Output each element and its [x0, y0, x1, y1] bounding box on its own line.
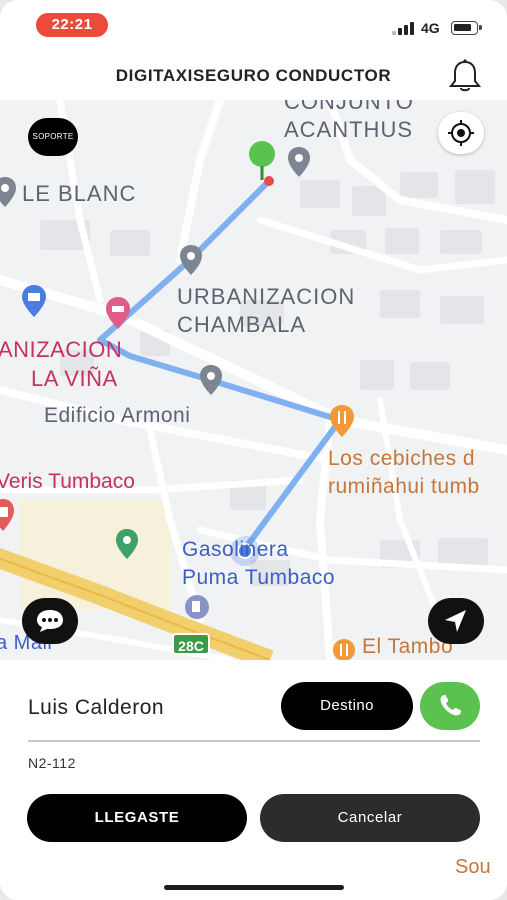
map-label: LE BLANC	[22, 181, 137, 206]
home-indicator[interactable]	[164, 885, 344, 890]
map-label: rumiñahui tumb	[328, 475, 480, 498]
map-label: Veris Tumbaco	[0, 470, 135, 493]
map-label: ANIZACION	[0, 337, 123, 362]
map-label: Puma Tumbaco	[182, 566, 336, 589]
map-label: ACANTHUS	[284, 117, 414, 142]
soporte-button[interactable]: SOPORTE	[28, 118, 78, 156]
route-badge: 28C	[172, 633, 210, 655]
start-pin-icon	[249, 141, 275, 186]
chat-bubble-icon	[37, 610, 63, 632]
restaurant-pin-icon	[333, 639, 355, 660]
passenger-name: Luis Calderon	[28, 696, 165, 719]
llegaste-button[interactable]: LLEGASTE	[27, 794, 247, 842]
call-button[interactable]	[420, 682, 480, 730]
signal-icon	[392, 21, 416, 35]
navigation-arrow-icon	[445, 610, 466, 632]
map-label: URBANIZACION	[177, 284, 356, 309]
phone-icon	[440, 695, 461, 716]
trip-panel: Luis Calderon Destino N2-112 LLEGASTE Ca…	[0, 660, 507, 900]
hotel-pin-icon	[106, 297, 130, 329]
place-pin-icon	[200, 365, 222, 395]
navigation-button[interactable]	[428, 598, 484, 644]
map-label: CHAMBALA	[177, 312, 307, 337]
map-label: CONJUNTO	[284, 100, 414, 114]
chat-button[interactable]	[22, 598, 78, 644]
crosshair-icon	[448, 120, 474, 146]
map-label: Los cebiches d	[328, 447, 476, 470]
destino-button[interactable]: Destino	[281, 682, 413, 730]
place-pin-icon	[180, 245, 202, 275]
page-title: DIGITAXISEGURO CONDUCTOR	[115, 66, 392, 85]
app-header: DIGITAXISEGURO CONDUCTOR	[0, 52, 507, 100]
gas-station-icon	[185, 595, 209, 619]
battery-icon	[451, 21, 482, 35]
cancelar-button[interactable]: Cancelar	[260, 794, 480, 842]
divider	[28, 740, 480, 742]
map-label-peek: Sou	[455, 856, 491, 878]
map-view[interactable]: CONJUNTO ACANTHUS LE BLANC URBANIZACION …	[0, 100, 507, 660]
vehicle-plate: N2-112	[28, 755, 76, 771]
phone-screen: 22:21 4G DIGITAXISEGURO CONDUCTOR CONJUN…	[0, 0, 507, 900]
status-bar: 22:21 4G	[0, 0, 507, 52]
status-time: 22:21	[36, 13, 108, 37]
shopping-pin-icon	[22, 285, 46, 317]
map-label: Edificio Armoni	[44, 404, 191, 427]
bell-icon[interactable]	[446, 58, 484, 94]
place-pin-icon	[0, 177, 16, 207]
medical-pin-icon	[0, 499, 14, 531]
map-label: LA VIÑA	[31, 366, 118, 391]
place-pin-icon	[288, 147, 310, 177]
network-type: 4G	[421, 20, 440, 36]
locate-button[interactable]	[438, 112, 484, 154]
park-pin-icon	[116, 529, 138, 559]
map-label: Gasolinera	[182, 538, 289, 561]
restaurant-pin-icon	[330, 405, 354, 437]
